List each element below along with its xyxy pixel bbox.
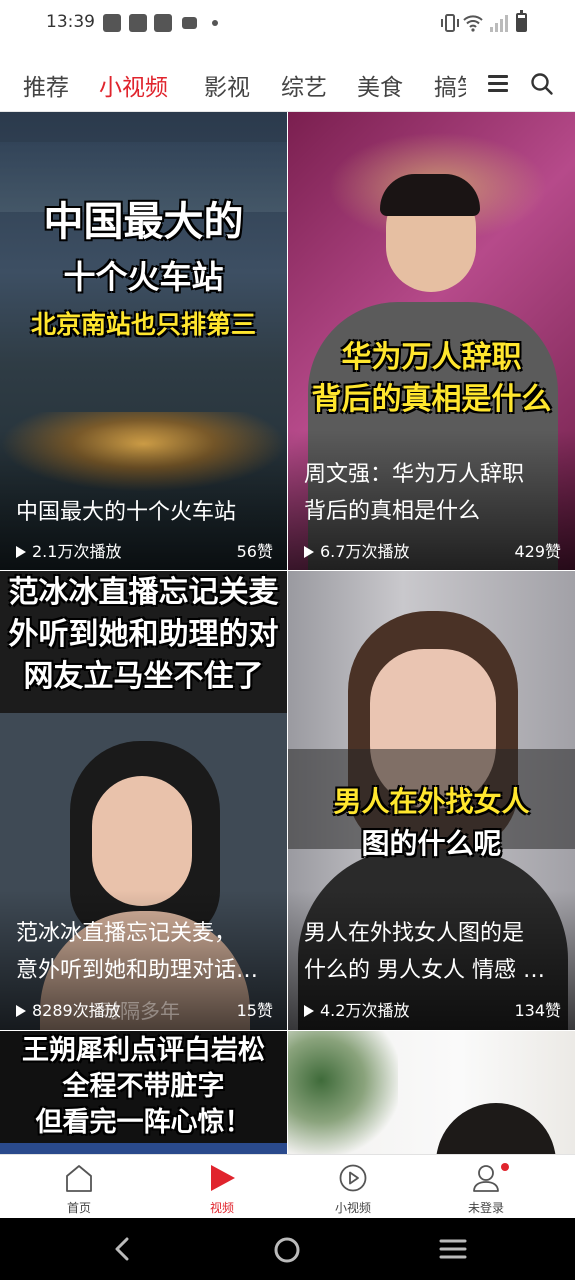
video-title: 范冰冰直播忘记关麦， 意外听到她和助理对话… xyxy=(16,921,259,983)
short-video-icon xyxy=(339,1164,367,1192)
recents-icon[interactable] xyxy=(439,1236,467,1262)
video-card[interactable]: 范冰冰直播忘记关麦 外听到她和助理的对 网友立马坐不住了 时隔多年 范冰冰直播忘… xyxy=(0,571,287,1030)
video-card[interactable]: 华为万人辞职 背后的真相是什么 周文强：华为万人辞职 背后的真相是什么 6.7万… xyxy=(288,112,575,570)
play-icon xyxy=(16,546,26,558)
thumbnail-caption: 背后的真相是什么 xyxy=(311,382,552,417)
nav-profile[interactable]: 未登录 xyxy=(441,1155,531,1219)
play-icon xyxy=(304,546,314,558)
play-count: 6.7万次播放 xyxy=(304,538,409,562)
nav-label: 视频 xyxy=(209,1201,234,1215)
video-card[interactable] xyxy=(288,1031,575,1154)
thumbnail-caption: 男人在外找女人 xyxy=(333,785,530,818)
thumbnail-caption: 但看完一阵心惊！ xyxy=(35,1107,252,1138)
nav-label: 未登录 xyxy=(467,1201,504,1215)
user-icon xyxy=(473,1165,499,1192)
status-time: 13:39 xyxy=(46,12,95,32)
like-count: 15赞 xyxy=(236,1001,273,1020)
video-play-icon xyxy=(211,1165,235,1191)
video-card[interactable]: 男人在外找女人 图的什么呢 男人在外找女人图的是 什么的 男人女人 情感 … 4… xyxy=(288,571,575,1030)
notification-badge xyxy=(501,1163,509,1171)
tab-recommend[interactable]: 推荐 xyxy=(23,68,69,102)
thumbnail-caption: 北京南站也只排第三 xyxy=(30,310,256,339)
tab-short-video[interactable]: 小视频 xyxy=(99,68,168,102)
video-card[interactable]: 中国最大的 十个火车站 北京南站也只排第三 中国最大的十个火车站 2.1万次播放… xyxy=(0,112,287,570)
like-count: 134赞 xyxy=(514,1001,561,1020)
home-circle-icon[interactable] xyxy=(273,1236,301,1264)
system-navigation-bar xyxy=(0,1218,575,1280)
vibrate-icon xyxy=(441,14,459,32)
nav-home[interactable]: 首页 xyxy=(34,1155,124,1219)
message-icon xyxy=(129,14,147,32)
tab-funny[interactable]: 搞笑 xyxy=(434,68,466,102)
thumbnail-caption: 图的什么呢 xyxy=(361,827,502,860)
thumbnail-caption: 全程不带脏字 xyxy=(62,1071,225,1102)
message-icon xyxy=(154,14,172,32)
video-title: 周文强：华为万人辞职 背后的真相是什么 xyxy=(304,462,525,524)
tab-variety[interactable]: 综艺 xyxy=(281,68,327,102)
thumbnail-caption: 范冰冰直播忘记关麦 xyxy=(8,575,279,610)
category-tabs: 推荐 小视频 影视 综艺 美食 搞笑 xyxy=(0,56,575,112)
play-icon xyxy=(16,1005,26,1017)
wifi-icon xyxy=(463,15,483,32)
nav-video[interactable]: 视频 xyxy=(177,1155,267,1219)
signal-icon xyxy=(490,15,508,32)
video-icon xyxy=(182,17,197,29)
thumbnail-caption: 中国最大的 xyxy=(43,199,244,245)
tab-funny-clip: 搞笑 xyxy=(432,56,466,112)
bottom-navigation: 首页 视频 小视频 未登录 xyxy=(0,1154,575,1218)
play-count: 4.2万次播放 xyxy=(304,997,409,1021)
more-notifications-icon xyxy=(212,20,218,26)
like-count: 429赞 xyxy=(514,542,561,561)
thumbnail-caption: 外听到她和助理的对 xyxy=(8,617,279,652)
menu-icon[interactable] xyxy=(488,75,508,93)
back-icon[interactable] xyxy=(110,1236,134,1262)
nav-short-video[interactable]: 小视频 xyxy=(308,1155,398,1219)
play-icon xyxy=(304,1005,314,1017)
tab-food[interactable]: 美食 xyxy=(357,68,403,102)
thumbnail-caption: 十个火车站 xyxy=(63,258,224,296)
video-card[interactable]: 王朔犀利点评白岩松 全程不带脏字 但看完一阵心惊！ xyxy=(0,1031,287,1154)
video-feed: 中国最大的 十个火车站 北京南站也只排第三 中国最大的十个火车站 2.1万次播放… xyxy=(0,112,575,1154)
play-count: 2.1万次播放 xyxy=(16,538,121,562)
thumbnail-caption: 王朔犀利点评白岩松 xyxy=(22,1035,265,1066)
video-title: 中国最大的十个火车站 xyxy=(16,500,237,525)
thumbnail-caption: 网友立马坐不住了 xyxy=(23,659,264,694)
video-thumbnail xyxy=(288,1031,575,1154)
play-count: 8289次播放 xyxy=(16,997,121,1021)
tab-film[interactable]: 影视 xyxy=(204,68,250,102)
nav-label: 小视频 xyxy=(334,1201,371,1215)
nav-label: 首页 xyxy=(66,1201,91,1215)
video-title: 男人在外找女人图的是 什么的 男人女人 情感 … xyxy=(304,921,545,983)
thumbnail-caption: 华为万人辞职 xyxy=(341,340,522,375)
like-count: 56赞 xyxy=(236,542,273,561)
battery-icon xyxy=(516,10,527,32)
message-icon xyxy=(103,14,121,32)
search-icon[interactable] xyxy=(530,72,554,96)
status-bar: 13:39 xyxy=(0,0,575,50)
home-icon xyxy=(66,1165,92,1192)
